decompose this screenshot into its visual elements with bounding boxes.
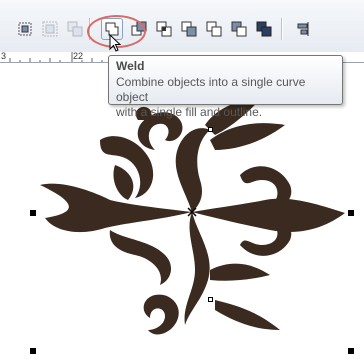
- ungroup-button[interactable]: [64, 18, 86, 40]
- tooltip-description: Combine objects into a single curve obje…: [116, 75, 335, 120]
- toolbar-separator: [89, 18, 91, 40]
- front-minus-back-icon: [206, 21, 222, 37]
- toolbar: [0, 0, 364, 53]
- ruler-label: 22: [73, 51, 84, 61]
- ruler-label: 3: [1, 51, 7, 61]
- align-icon: [18, 22, 32, 36]
- group-button[interactable]: [39, 18, 61, 40]
- tooltip-title: Weld: [116, 59, 145, 73]
- align-right-icon: [297, 22, 309, 36]
- mouse-cursor-icon: [109, 34, 122, 52]
- node-handle[interactable]: [208, 127, 213, 132]
- create-boundary-button[interactable]: [253, 18, 275, 40]
- boundary-icon: [256, 21, 272, 37]
- align-right-button[interactable]: [291, 18, 313, 40]
- intersect-icon: [156, 21, 172, 37]
- selection-handle[interactable]: [30, 210, 36, 216]
- tooltip-description-line: Combine objects into a single curve obje…: [116, 75, 306, 104]
- selection-handle[interactable]: [30, 348, 36, 354]
- node-handle[interactable]: [208, 297, 213, 302]
- back-minus-front-icon: [231, 21, 247, 37]
- tooltip-description-line: with a single fill and outline.: [116, 105, 263, 119]
- tooltip: Weld Combine objects into a single curve…: [108, 55, 343, 119]
- back-minus-front-button[interactable]: [228, 18, 250, 40]
- front-minus-back-button[interactable]: [203, 18, 225, 40]
- trim-button[interactable]: [128, 18, 150, 40]
- group-icon: [42, 21, 58, 37]
- simplify-button[interactable]: [178, 18, 200, 40]
- align-button[interactable]: [14, 18, 36, 40]
- trim-icon: [131, 21, 147, 36]
- toolbar-separator: [281, 18, 283, 40]
- ungroup-icon: [67, 21, 83, 37]
- selection-handle[interactable]: [348, 210, 354, 216]
- selection-handle[interactable]: [348, 348, 354, 354]
- simplify-icon: [181, 21, 197, 37]
- intersect-button[interactable]: [153, 18, 175, 40]
